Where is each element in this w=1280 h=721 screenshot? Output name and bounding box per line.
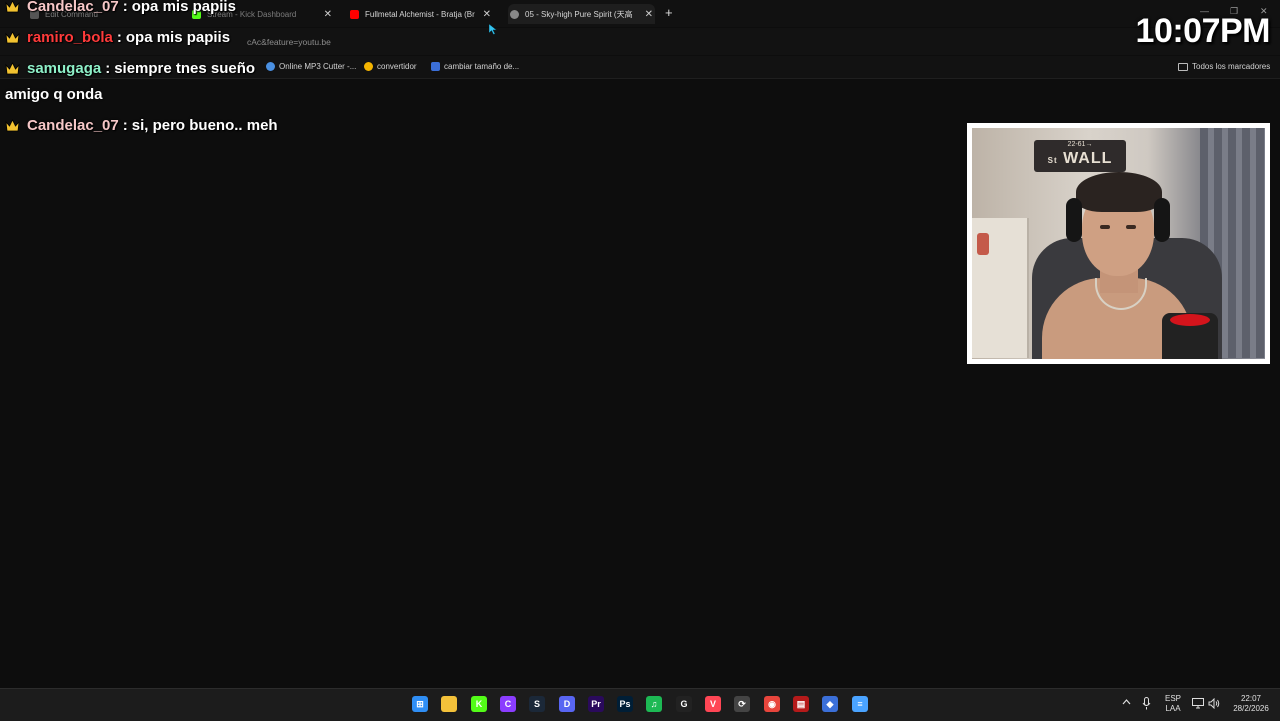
crown-icon [5, 0, 20, 13]
language-bottom: LAA [1165, 704, 1181, 713]
file-explorer-icon[interactable] [441, 696, 457, 712]
chat-text: opa mis papiis [125, 29, 231, 46]
bookmark-favicon-icon [364, 62, 373, 71]
all-bookmarks-folder[interactable]: Todos los marcadores [1178, 62, 1270, 71]
microphone-icon[interactable] [1142, 697, 1151, 710]
tab-sky-high-pure-spirit[interactable]: 05 - Sky-high Pure Spirit (天高 ✕ [508, 4, 655, 24]
vscode-icon[interactable]: ◆ [822, 696, 838, 712]
premiere-icon[interactable]: Pr [588, 696, 604, 712]
chat-username: samugaga [27, 60, 102, 77]
chat-text: siempre tnes sueño [114, 60, 256, 77]
sign-main-text: WALL [1063, 150, 1113, 167]
tab-label: 05 - Sky-high Pure Spirit (天高 [525, 9, 633, 19]
discord-icon[interactable]: D [559, 696, 575, 712]
valorant-icon[interactable]: V [705, 696, 721, 712]
notepad-icon[interactable]: ≡ [852, 696, 868, 712]
riot-icon[interactable]: ⟳ [734, 696, 750, 712]
kick-icon[interactable]: K [471, 696, 487, 712]
bookmark-label: convertidor [377, 62, 417, 71]
bookmark-label: cambiar tamaño de... [444, 62, 520, 71]
chat-text: opa mis papiis [131, 0, 236, 15]
chat-username: Candelac_07 [27, 0, 119, 15]
bookmark-favicon-icon [266, 62, 275, 71]
webcam-frame: 22-61→ St WALL [967, 123, 1270, 364]
chat-separator: : [122, 0, 128, 15]
sign-top-text: 22-61→ [1067, 141, 1093, 148]
bookmark-mp3-cutter[interactable]: Online MP3 Cutter -... [266, 62, 356, 71]
sign-st-text: St [1047, 156, 1058, 165]
chat-message: samugaga : siempre tnes sueño [5, 60, 255, 77]
person-eye [1100, 225, 1110, 229]
tab-fullmetal-alchemist[interactable]: Fullmetal Alchemist - Bratja (Br ✕ [350, 4, 493, 24]
taskbar [0, 688, 1280, 721]
close-tab-icon[interactable]: ✕ [483, 9, 491, 20]
tab-favicon-icon [510, 9, 519, 19]
new-tab-button[interactable]: + [665, 5, 673, 20]
wall-street-sign: 22-61→ St WALL [1034, 140, 1126, 172]
logitech-icon[interactable]: G [676, 696, 692, 712]
person-eye [1126, 225, 1136, 229]
taskbar-time: 22:07 [1240, 694, 1262, 703]
crown-icon [5, 119, 20, 132]
chat-username: ramiro_bola [27, 29, 113, 46]
chat-message: Candelac_07 : opa mis papiis [5, 0, 236, 15]
headset-left-ear [1066, 198, 1082, 242]
chat-text-continuation: amigo q onda [5, 86, 103, 103]
volume-icon[interactable] [1208, 698, 1220, 709]
all-bookmarks-label: Todos los marcadores [1192, 62, 1271, 71]
network-icon[interactable] [1192, 698, 1204, 709]
bookmark-convertidor[interactable]: convertidor [364, 62, 417, 71]
figurine [977, 233, 989, 255]
tab-label: Fullmetal Alchemist - Bratja (Br [365, 9, 475, 19]
crown-icon [5, 62, 20, 75]
chat-separator: : [105, 60, 111, 77]
system-clock[interactable]: 22:07 28/2/2026 [1226, 694, 1276, 714]
webcam-feed: 22-61→ St WALL [972, 128, 1265, 359]
photoshop-icon[interactable]: Ps [617, 696, 633, 712]
headset-right-ear [1154, 198, 1170, 242]
stream-clock: 10:07PM [1135, 12, 1271, 50]
bookmark-label: Online MP3 Cutter -... [279, 62, 357, 71]
chat-separator: : [116, 29, 122, 46]
obs-icon[interactable]: ▤ [793, 696, 809, 712]
mouse-cursor-icon [489, 24, 497, 35]
bookmark-cambiar-tamano[interactable]: cambiar tamaño de... [431, 62, 519, 71]
crown-icon [5, 31, 20, 44]
chat-separator: : [122, 117, 128, 134]
windows-start-icon[interactable]: ⊞ [412, 696, 428, 712]
youtube-favicon-icon [350, 9, 359, 19]
url-text[interactable]: cAc&feature=youtu.be [247, 37, 331, 47]
language-indicator[interactable]: ESP LAA [1160, 694, 1186, 714]
chevron-up-icon[interactable] [1122, 699, 1131, 705]
close-tab-icon[interactable]: ✕ [645, 9, 653, 20]
chat-message: Candelac_07 : si, pero bueno.. meh [5, 117, 278, 134]
chrome-icon[interactable]: ◉ [764, 696, 780, 712]
chat-message: ramiro_bola : opa mis papiis [5, 29, 230, 46]
close-tab-icon[interactable]: ✕ [324, 9, 332, 20]
person-hair [1076, 172, 1162, 212]
folder-icon [1178, 62, 1188, 71]
language-top: ESP [1164, 694, 1181, 703]
chat-username: Candelac_07 [27, 117, 119, 134]
spotify-icon[interactable]: ♫ [646, 696, 662, 712]
bookmark-favicon-icon [431, 62, 440, 71]
steam-icon[interactable]: S [529, 696, 545, 712]
cup-lid [1170, 314, 1210, 326]
chat-text: si, pero bueno.. meh [131, 117, 278, 134]
taskbar-date: 28/2/2026 [1233, 704, 1269, 713]
canva-icon[interactable]: C [500, 696, 516, 712]
